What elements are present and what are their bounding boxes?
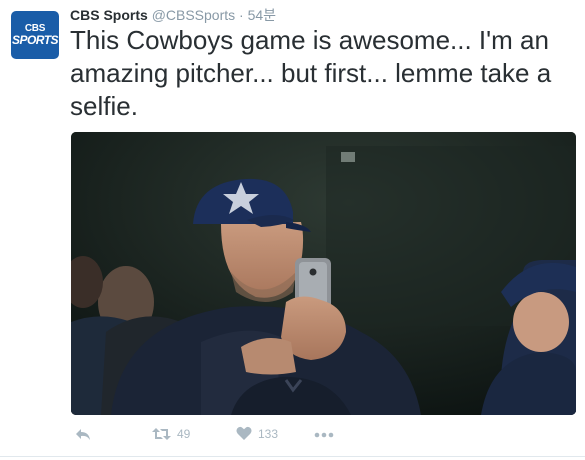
display-name[interactable]: CBS Sports [70, 7, 148, 23]
photo-image [71, 132, 576, 415]
more-icon [314, 432, 334, 438]
avatar-logo-line-2: SPORTS [11, 33, 59, 47]
divider [0, 456, 585, 457]
retweet-button[interactable]: 49 [152, 426, 190, 442]
like-button[interactable]: 133 [236, 426, 278, 441]
tweet-photo[interactable] [71, 132, 576, 415]
heart-icon [236, 426, 252, 440]
tweet: CBS SPORTS CBS Sports @CBSSports · 54분 T… [0, 0, 585, 460]
more-button[interactable] [314, 428, 334, 442]
username[interactable]: @CBSSports [152, 7, 235, 23]
tweet-text: This Cowboys game is awesome... I'm an a… [70, 25, 552, 121]
retweet-icon [152, 428, 171, 440]
retweet-count: 49 [177, 427, 191, 441]
timestamp[interactable]: 54분 [248, 7, 276, 23]
tweet-header: CBS Sports @CBSSports · 54분 [70, 6, 276, 24]
like-count: 133 [258, 426, 279, 441]
reply-icon [76, 429, 90, 440]
reply-button[interactable] [75, 426, 91, 442]
separator-dot: · [239, 7, 244, 23]
avatar[interactable]: CBS SPORTS [11, 11, 59, 59]
